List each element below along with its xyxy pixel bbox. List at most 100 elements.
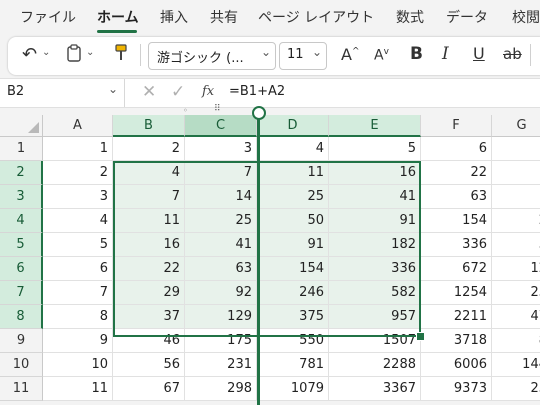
cell-d4[interactable]: 50	[257, 209, 329, 233]
row-header-7[interactable]: 7	[0, 281, 43, 305]
cell-b9[interactable]: 46	[113, 329, 185, 353]
cell-b10[interactable]: 56	[113, 353, 185, 377]
row-header-4[interactable]: 4	[0, 209, 43, 233]
cell-e6[interactable]: 336	[329, 257, 421, 281]
cell-g5[interactable]: 5	[492, 233, 540, 257]
grow-font-button[interactable]: A^	[341, 45, 360, 64]
cell-e5[interactable]: 182	[329, 233, 421, 257]
menu-review[interactable]: 校閲	[512, 7, 540, 27]
cell-e1[interactable]: 5	[329, 137, 421, 161]
menu-insert[interactable]: 挿入	[160, 7, 188, 27]
row-header-10[interactable]: 10	[0, 353, 43, 377]
drag-target-icon[interactable]	[252, 106, 266, 120]
bold-button[interactable]: B	[410, 44, 423, 64]
cell-f5[interactable]: 336	[421, 233, 492, 257]
undo-dropdown-icon[interactable]: ⌄	[42, 47, 50, 58]
insert-function-button[interactable]: fx	[202, 84, 214, 99]
cell-b4[interactable]: 11	[113, 209, 185, 233]
menu-formulas[interactable]: 数式	[396, 7, 424, 27]
cell-a9[interactable]: 9	[43, 329, 113, 353]
undo-icon[interactable]: ↶	[22, 44, 37, 65]
cell-c4[interactable]: 25	[185, 209, 257, 233]
cell-a2[interactable]: 2	[43, 161, 113, 185]
font-size-select[interactable]: 11 ⌄	[279, 42, 327, 70]
row-header-3[interactable]: 3	[0, 185, 43, 209]
row-header-1[interactable]: 1	[0, 137, 43, 161]
cancel-icon[interactable]: ✕	[142, 82, 156, 102]
cell-c10[interactable]: 231	[185, 353, 257, 377]
cell-g6[interactable]: 12	[492, 257, 540, 281]
cell-b5[interactable]: 16	[113, 233, 185, 257]
cell-a3[interactable]: 3	[43, 185, 113, 209]
cell-b8[interactable]: 37	[113, 305, 185, 329]
column-header-d[interactable]: D	[257, 115, 329, 137]
cell-g11[interactable]: 23	[492, 377, 540, 401]
cell-c3[interactable]: 14	[185, 185, 257, 209]
cell-a7[interactable]: 7	[43, 281, 113, 305]
column-header-f[interactable]: F	[421, 115, 492, 137]
cell-c6[interactable]: 63	[185, 257, 257, 281]
cell-a11[interactable]: 11	[43, 377, 113, 401]
cell-g1[interactable]	[492, 137, 540, 161]
cell-c11[interactable]: 298	[185, 377, 257, 401]
row-header-8[interactable]: 8	[0, 305, 43, 329]
cell-f4[interactable]: 154	[421, 209, 492, 233]
paste-dropdown-icon[interactable]: ⌄	[86, 47, 94, 58]
fill-handle[interactable]	[416, 332, 425, 341]
cell-d1[interactable]: 4	[257, 137, 329, 161]
cell-d5[interactable]: 91	[257, 233, 329, 257]
cell-b1[interactable]: 2	[113, 137, 185, 161]
cell-a4[interactable]: 4	[43, 209, 113, 233]
cell-d3[interactable]: 25	[257, 185, 329, 209]
cell-d6[interactable]: 154	[257, 257, 329, 281]
menu-page-layout[interactable]: ページ レイアウト	[258, 7, 374, 27]
name-box[interactable]: B2 ⌄	[0, 79, 125, 107]
menu-file[interactable]: ファイル	[20, 7, 76, 27]
cell-f1[interactable]: 6	[421, 137, 492, 161]
cell-d8[interactable]: 375	[257, 305, 329, 329]
column-header-c[interactable]: C	[185, 115, 257, 137]
cell-d11[interactable]: 1079	[257, 377, 329, 401]
cell-f8[interactable]: 2211	[421, 305, 492, 329]
cell-c7[interactable]: 92	[185, 281, 257, 305]
cell-c2[interactable]: 7	[185, 161, 257, 185]
cell-d10[interactable]: 781	[257, 353, 329, 377]
cell-d2[interactable]: 11	[257, 161, 329, 185]
cell-f3[interactable]: 63	[421, 185, 492, 209]
cell-e11[interactable]: 3367	[329, 377, 421, 401]
cell-e3[interactable]: 41	[329, 185, 421, 209]
cell-a10[interactable]: 10	[43, 353, 113, 377]
cell-d9[interactable]: 550	[257, 329, 329, 353]
row-header-5[interactable]: 5	[0, 233, 43, 257]
cell-f11[interactable]: 9373	[421, 377, 492, 401]
cell-a1[interactable]: 1	[43, 137, 113, 161]
confirm-icon[interactable]: ✓	[171, 82, 185, 102]
cell-a5[interactable]: 5	[43, 233, 113, 257]
row-header-2[interactable]: 2	[0, 161, 43, 185]
cell-g7[interactable]: 25	[492, 281, 540, 305]
column-header-g[interactable]: G	[492, 115, 540, 137]
cell-e2[interactable]: 16	[329, 161, 421, 185]
italic-button[interactable]: I	[442, 44, 449, 64]
cell-g4[interactable]: 2	[492, 209, 540, 233]
cell-f7[interactable]: 1254	[421, 281, 492, 305]
formula-input[interactable]: =B1+A2	[229, 84, 285, 99]
cell-e8[interactable]: 957	[329, 305, 421, 329]
column-header-b[interactable]: B	[113, 115, 185, 137]
row-header-11[interactable]: 11	[0, 377, 43, 401]
strikethrough-button[interactable]: ab	[503, 45, 522, 63]
cell-f2[interactable]: 22	[421, 161, 492, 185]
clipboard-icon[interactable]	[66, 44, 82, 66]
menu-data[interactable]: データ	[446, 7, 488, 27]
cell-g10[interactable]: 144	[492, 353, 540, 377]
cell-f10[interactable]: 6006	[421, 353, 492, 377]
cell-g3[interactable]	[492, 185, 540, 209]
cell-a6[interactable]: 6	[43, 257, 113, 281]
column-header-a[interactable]: A	[43, 115, 113, 137]
cell-d7[interactable]: 246	[257, 281, 329, 305]
cell-e4[interactable]: 91	[329, 209, 421, 233]
cell-g2[interactable]	[492, 161, 540, 185]
format-painter-icon[interactable]	[114, 44, 128, 66]
cell-b3[interactable]: 7	[113, 185, 185, 209]
cell-c1[interactable]: 3	[185, 137, 257, 161]
